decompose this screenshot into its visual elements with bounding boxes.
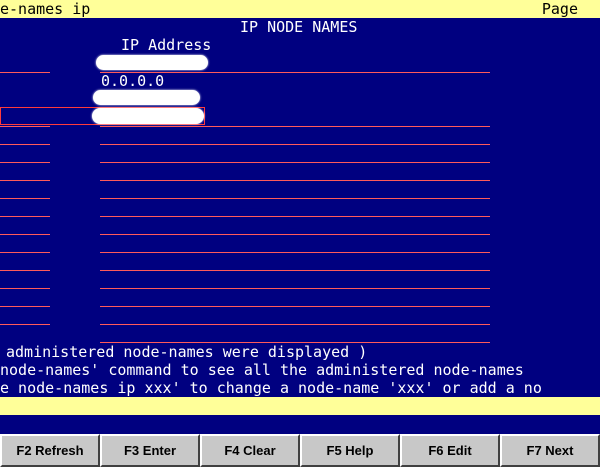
f4-clear-button[interactable]: F4 Clear	[200, 434, 300, 467]
row-underline-left	[0, 144, 50, 145]
message-line-1: administered node-names were displayed )	[6, 343, 368, 361]
f6-edit-button[interactable]: F6 Edit	[400, 434, 500, 467]
row-underline-left	[0, 288, 50, 289]
column-header-ip-address: IP Address	[121, 36, 212, 54]
f2-refresh-button[interactable]: F2 Refresh	[0, 434, 100, 467]
row-underline-main	[100, 144, 490, 145]
command-text: e-names ip	[0, 0, 91, 18]
row-underline-left	[0, 198, 50, 199]
ip-field-2[interactable]: 0.0.0.0	[101, 72, 164, 90]
top-status-bar: e-names ip Page	[0, 0, 600, 18]
bottom-status-bar	[0, 397, 600, 415]
row-underline-main	[100, 198, 490, 199]
row-underline-left	[0, 216, 50, 217]
f3-enter-button[interactable]: F3 Enter	[100, 434, 200, 467]
row-underline-main	[100, 162, 490, 163]
row-underline-main	[100, 180, 490, 181]
row-underline-left	[0, 126, 50, 127]
row-underline-left	[0, 324, 50, 325]
row-underline-left	[0, 270, 50, 271]
spacer	[0, 415, 600, 434]
redacted-ip-field-3[interactable]	[93, 90, 200, 105]
screen-title: IP NODE NAMES	[240, 18, 358, 36]
page-label: Page	[541, 0, 578, 18]
message-line-2: node-names' command to see all the admin…	[0, 361, 524, 379]
redacted-ip-field-4[interactable]	[92, 108, 204, 124]
row-underline-main	[100, 324, 490, 325]
row-underline-main	[100, 234, 490, 235]
row-underline-left	[0, 252, 50, 253]
row-underline-main	[100, 306, 490, 307]
redacted-ip-field-1[interactable]	[96, 55, 208, 70]
f5-help-button[interactable]: F5 Help	[300, 434, 400, 467]
function-key-bar: F2 Refresh F3 Enter F4 Clear F5 Help F6 …	[0, 434, 600, 467]
row-underline-main	[100, 288, 490, 289]
message-line-3: e node-names ip xxx' to change a node-na…	[0, 379, 542, 397]
row-underline-main	[100, 252, 490, 253]
row-underline-left	[0, 234, 50, 235]
row-underline-left	[0, 180, 50, 181]
row-underline-main	[100, 126, 490, 127]
row-underline-left	[0, 306, 50, 307]
row-underline-main	[100, 270, 490, 271]
row-underline-main	[100, 216, 490, 217]
row-underline-left	[0, 72, 50, 73]
f7-next-button[interactable]: F7 Next	[500, 434, 600, 467]
row-underline-left	[0, 162, 50, 163]
